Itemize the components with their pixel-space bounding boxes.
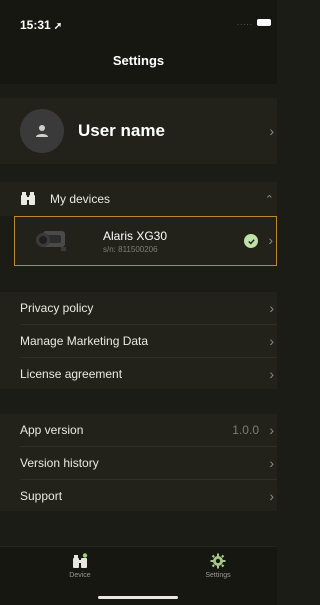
legal-menu: Privacy policy › Manage Marketing Data ›…: [0, 292, 277, 389]
row-label: License agreement: [20, 367, 123, 381]
header: Settings: [0, 36, 277, 84]
chevron-right-icon: ›: [269, 300, 274, 316]
status-right: .....: [237, 18, 271, 27]
chevron-up-icon: ⌃: [264, 193, 274, 206]
binoculars-icon: [21, 192, 35, 205]
signal-dots-icon: .....: [236, 18, 253, 27]
avatar: [20, 109, 64, 153]
support-row[interactable]: Support ›: [0, 480, 277, 512]
device-serial: s/n: 811500206: [103, 245, 158, 254]
tab-label: Settings: [205, 572, 231, 579]
profile-row[interactable]: User name ›: [0, 98, 277, 164]
username: User name: [78, 121, 165, 140]
chevron-right-icon: ›: [269, 422, 274, 438]
location-arrow-icon: ➚: [53, 21, 63, 32]
device-name: Alaris XG30: [103, 229, 168, 243]
devices-label: My devices: [50, 192, 111, 206]
devices-header[interactable]: My devices ⌃: [0, 182, 277, 216]
gear-icon: [210, 553, 226, 569]
license-agreement-row[interactable]: License agreement ›: [0, 358, 277, 390]
app-info-menu: App version 1.0.0 › Version history › Su…: [0, 414, 277, 511]
version-history-row[interactable]: Version history ›: [0, 447, 277, 479]
person-icon: [36, 125, 48, 137]
chevron-right-icon: ›: [269, 333, 274, 349]
tab-device[interactable]: Device: [50, 553, 110, 579]
app-version-value: 1.0.0: [232, 423, 259, 437]
row-label: App version: [20, 423, 84, 437]
row-label: Support: [20, 489, 63, 503]
privacy-policy-row[interactable]: Privacy policy ›: [0, 292, 277, 324]
chevron-right-icon: ›: [269, 455, 274, 471]
tab-settings[interactable]: Settings: [188, 553, 248, 579]
battery-icon: [257, 19, 271, 26]
thermal-camera-icon: [36, 231, 66, 251]
manage-marketing-data-row[interactable]: Manage Marketing Data ›: [0, 325, 277, 357]
row-label: Manage Marketing Data: [20, 334, 149, 348]
tab-label: Device: [69, 572, 91, 579]
row-label: Version history: [20, 456, 99, 470]
app-version-row[interactable]: App version 1.0.0 ›: [0, 414, 277, 446]
connected-check-icon: [244, 234, 258, 248]
status-time: 15:31 ➚: [20, 18, 62, 32]
status-clock: 15:31: [20, 18, 51, 32]
device-card[interactable]: Alaris XG30 s/n: 811500206 ›: [14, 216, 277, 266]
chevron-right-icon: ›: [269, 366, 274, 382]
chevron-right-icon: ›: [269, 488, 274, 504]
chevron-right-icon: ›: [269, 123, 274, 139]
row-label: Privacy policy: [20, 301, 94, 315]
home-indicator: [98, 596, 178, 599]
page-title: Settings: [112, 52, 165, 68]
status-bar: 15:31 ➚ .....: [0, 0, 277, 36]
binoculars-icon: [73, 553, 88, 568]
chevron-right-icon: ›: [268, 232, 273, 248]
